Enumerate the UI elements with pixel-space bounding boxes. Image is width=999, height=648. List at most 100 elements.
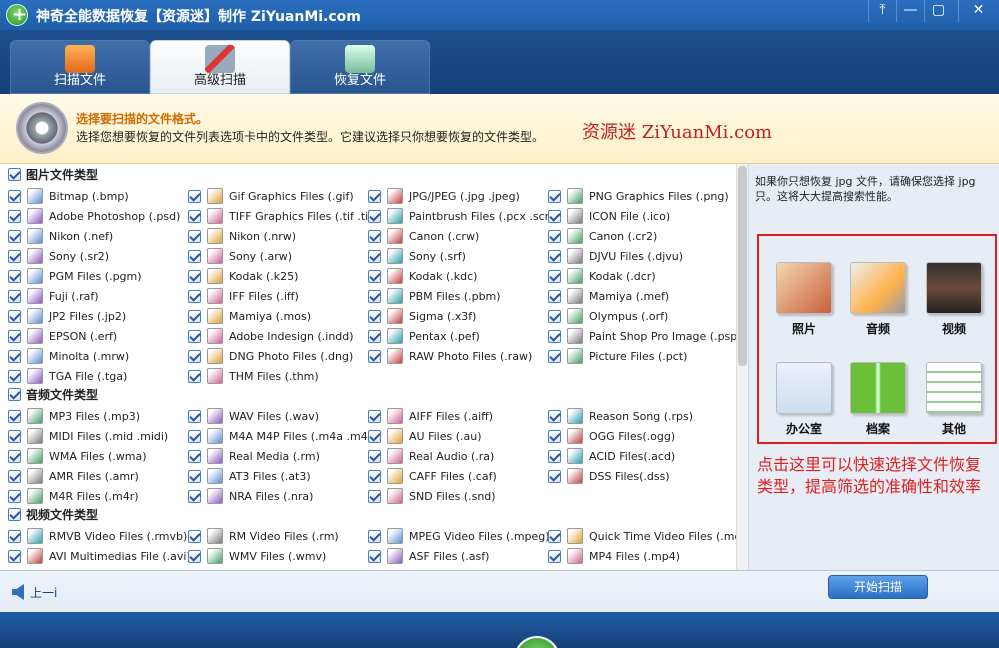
file-type-checkbox[interactable] — [188, 409, 201, 423]
start-scan-button[interactable]: 开始扫描 — [828, 575, 928, 599]
file-type-option[interactable]: PNG Graphics Files (.png) — [548, 186, 729, 206]
file-type-option[interactable]: Real Audio (.ra) — [368, 446, 494, 466]
file-type-checkbox[interactable] — [188, 469, 201, 483]
section-header[interactable]: 视频文件类型 — [8, 506, 98, 523]
file-type-checkbox[interactable] — [368, 489, 381, 503]
file-type-checkbox[interactable] — [368, 469, 381, 483]
file-type-option[interactable]: Kodak (.kdc) — [368, 266, 477, 286]
file-type-option[interactable]: AMR Files (.amr) — [8, 466, 139, 486]
file-type-checkbox[interactable] — [548, 309, 561, 323]
file-type-checkbox[interactable] — [8, 209, 21, 223]
file-type-checkbox[interactable] — [368, 269, 381, 283]
file-type-checkbox[interactable] — [548, 409, 561, 423]
file-type-checkbox[interactable] — [188, 329, 201, 343]
file-type-option[interactable]: DSS Files(.dss) — [548, 466, 670, 486]
file-type-option[interactable]: Mamiya (.mos) — [188, 306, 311, 326]
file-type-option[interactable]: Mamiya (.mef) — [548, 286, 669, 306]
category-photo-button[interactable]: 照片 — [769, 262, 839, 348]
file-type-option[interactable]: MP4 Files (.mp4) — [548, 546, 680, 566]
file-type-checkbox[interactable] — [8, 369, 21, 383]
tab-advanced-scan[interactable]: 高级扫描 — [150, 40, 290, 94]
file-type-option[interactable]: Quick Time Video Files (.mov) — [548, 526, 748, 546]
file-type-option[interactable]: DNG Photo Files (.dng) — [188, 346, 353, 366]
close-button[interactable]: ✕ — [958, 0, 998, 22]
file-type-option[interactable]: NRA Files (.nra) — [188, 486, 313, 506]
section-checkbox[interactable] — [8, 388, 21, 401]
category-office-button[interactable]: 办公室 — [769, 362, 839, 448]
file-type-option[interactable]: DJVU Files (.djvu) — [548, 246, 683, 266]
file-type-checkbox[interactable] — [188, 189, 201, 203]
file-type-option[interactable]: JP2 Files (.jp2) — [8, 306, 126, 326]
file-type-option[interactable]: Kodak (.dcr) — [548, 266, 656, 286]
file-type-option[interactable]: RMVB Video Files (.rmvb) — [8, 526, 187, 546]
file-type-option[interactable]: EPSON (.erf) — [8, 326, 117, 346]
tab-recover-files[interactable]: 恢复文件 — [290, 40, 430, 94]
file-type-option[interactable]: OGG Files(.ogg) — [548, 426, 675, 446]
file-type-option[interactable]: ICON File (.ico) — [548, 206, 670, 226]
file-type-option[interactable]: M4A M4P Files (.m4a .m4p) — [188, 426, 379, 446]
file-type-option[interactable]: Real Media (.rm) — [188, 446, 320, 466]
file-type-option[interactable]: Minolta (.mrw) — [8, 346, 129, 366]
file-type-checkbox[interactable] — [368, 349, 381, 363]
file-type-checkbox[interactable] — [368, 429, 381, 443]
file-type-checkbox[interactable] — [8, 349, 21, 363]
file-type-checkbox[interactable] — [188, 249, 201, 263]
file-type-option[interactable]: RAW Photo Files (.raw) — [368, 346, 532, 366]
file-type-option[interactable]: Gif Graphics Files (.gif) — [188, 186, 354, 206]
file-type-option[interactable]: RM Video Files (.rm) — [188, 526, 339, 546]
file-type-checkbox[interactable] — [8, 269, 21, 283]
section-header[interactable]: 音频文件类型 — [8, 386, 98, 403]
file-type-option[interactable]: JPG/JPEG (.jpg .jpeg) — [368, 186, 520, 206]
file-type-option[interactable]: PBM Files (.pbm) — [368, 286, 501, 306]
file-type-checkbox[interactable] — [548, 249, 561, 263]
file-type-checkbox[interactable] — [368, 409, 381, 423]
file-type-checkbox[interactable] — [368, 549, 381, 563]
file-type-option[interactable]: WAV Files (.wav) — [188, 406, 319, 426]
file-type-checkbox[interactable] — [188, 449, 201, 463]
file-type-checkbox[interactable] — [8, 549, 21, 563]
file-type-checkbox[interactable] — [548, 429, 561, 443]
file-type-checkbox[interactable] — [188, 209, 201, 223]
maximize-button[interactable]: ▢ — [924, 0, 952, 22]
file-type-option[interactable]: MPEG Video Files (.mpeg) — [368, 526, 550, 546]
file-type-option[interactable]: MIDI Files (.mid .midi) — [8, 426, 168, 446]
file-type-option[interactable]: Nikon (.nef) — [8, 226, 113, 246]
file-type-checkbox[interactable] — [548, 269, 561, 283]
file-type-checkbox[interactable] — [548, 189, 561, 203]
file-type-option[interactable]: Fuji (.raf) — [8, 286, 99, 306]
back-button[interactable]: 上一i — [12, 581, 57, 603]
file-type-option[interactable]: Sony (.sr2) — [8, 246, 109, 266]
file-type-checkbox[interactable] — [8, 429, 21, 443]
file-type-checkbox[interactable] — [368, 329, 381, 343]
file-type-option[interactable]: Sigma (.x3f) — [368, 306, 476, 326]
file-type-checkbox[interactable] — [368, 209, 381, 223]
file-type-checkbox[interactable] — [8, 189, 21, 203]
file-type-checkbox[interactable] — [548, 229, 561, 243]
file-type-checkbox[interactable] — [368, 229, 381, 243]
file-type-option[interactable]: IFF Files (.iff) — [188, 286, 299, 306]
file-type-option[interactable]: WMA Files (.wma) — [8, 446, 147, 466]
file-type-checkbox[interactable] — [188, 529, 201, 543]
section-checkbox[interactable] — [8, 508, 21, 521]
file-type-checkbox[interactable] — [548, 329, 561, 343]
file-type-checkbox[interactable] — [188, 489, 201, 503]
file-type-option[interactable]: CAFF Files (.caf) — [368, 466, 497, 486]
file-type-checkbox[interactable] — [8, 489, 21, 503]
file-type-checkbox[interactable] — [188, 429, 201, 443]
minimize-button[interactable]: — — [896, 0, 924, 22]
category-audio-button[interactable]: 音频 — [843, 262, 913, 348]
file-type-option[interactable]: THM Files (.thm) — [188, 366, 319, 386]
file-type-checkbox[interactable] — [188, 269, 201, 283]
file-type-checkbox[interactable] — [188, 229, 201, 243]
file-type-checkbox[interactable] — [188, 289, 201, 303]
file-type-option[interactable]: AT3 Files (.at3) — [188, 466, 311, 486]
file-type-option[interactable]: Picture Files (.pct) — [548, 346, 687, 366]
file-type-option[interactable]: AU Files (.au) — [368, 426, 482, 446]
category-video-button[interactable]: 视频 — [919, 262, 989, 348]
file-type-option[interactable]: ASF Files (.asf) — [368, 546, 489, 566]
file-type-option[interactable]: Paintbrush Files (.pcx .scr) — [368, 206, 553, 226]
section-checkbox[interactable] — [8, 168, 21, 181]
file-type-option[interactable]: Canon (.cr2) — [548, 226, 657, 246]
category-archive-button[interactable]: 档案 — [843, 362, 913, 448]
file-type-option[interactable]: Sony (.arw) — [188, 246, 292, 266]
